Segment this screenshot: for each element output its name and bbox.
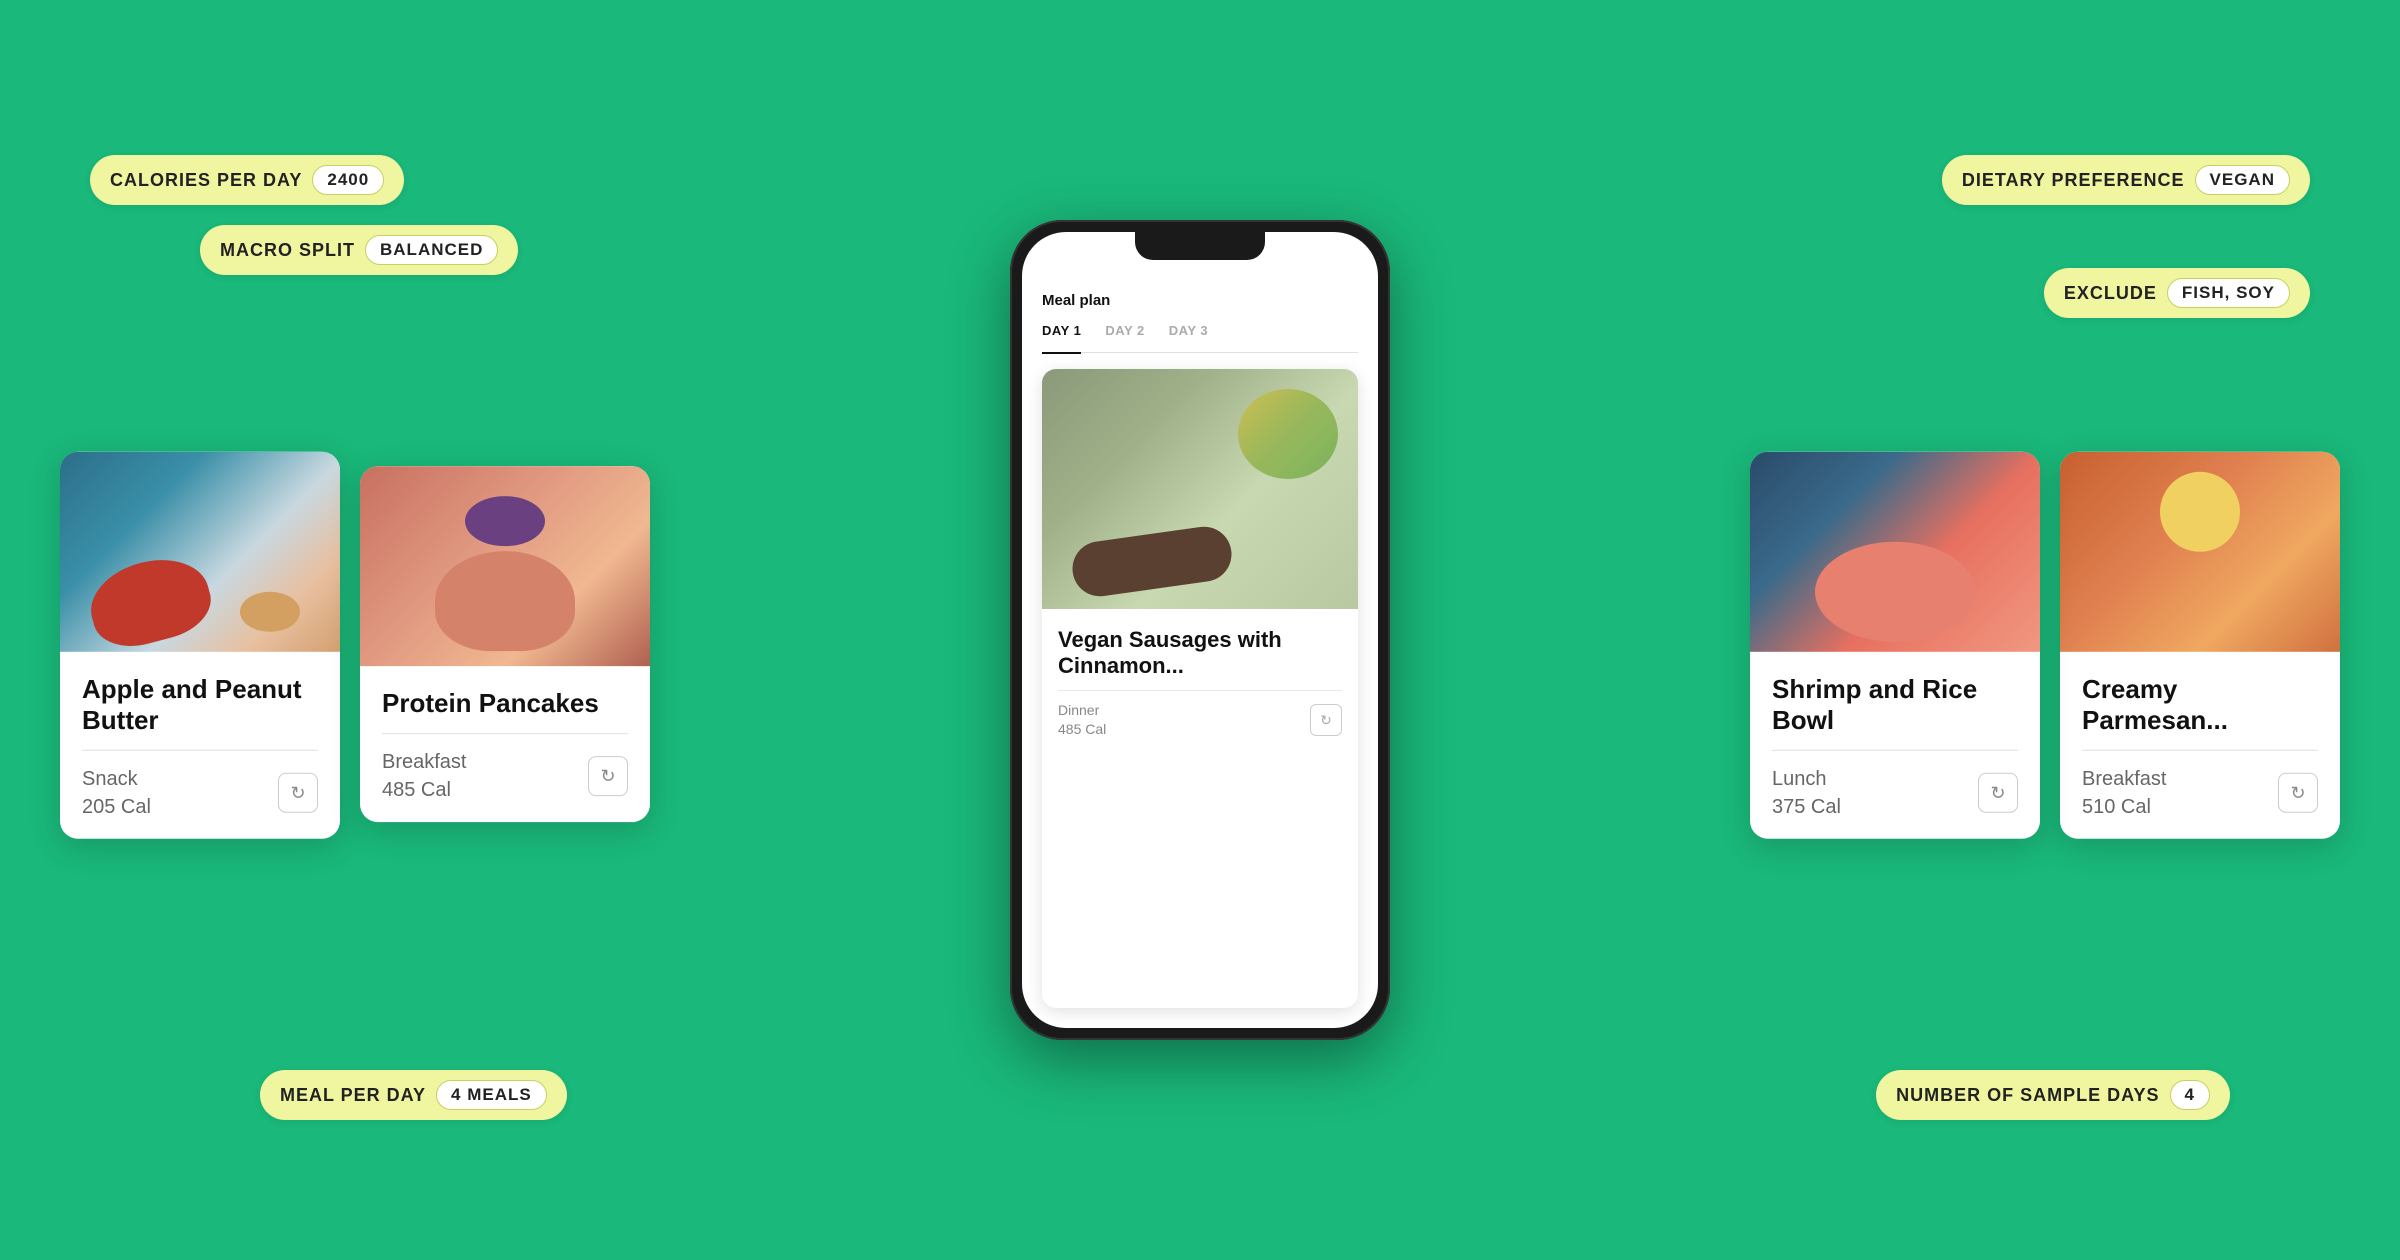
card-shrimp-rice: Shrimp and Rice Bowl Lunch 375 Cal ↻ [1750, 452, 2040, 839]
card-title-parmesan: Creamy Parmesan... [2082, 674, 2318, 736]
card-body-apple: Apple and Peanut Butter Snack 205 Cal ↻ [60, 652, 340, 839]
sample-days-label: NUMBER OF SAMPLE DAYS [1896, 1085, 2159, 1106]
card-info-shrimp: Lunch 375 Cal [1772, 765, 1841, 821]
meal-per-day-pill: MEAL PER DAY 4 MEALS [260, 1070, 567, 1120]
macro-pill: MACRO SPLIT BALANCED [200, 225, 518, 275]
phone-content: Meal plan DAY 1 DAY 2 DAY 3 Vegan Sausag… [1022, 232, 1378, 1028]
card-meta-parmesan: Breakfast 510 Cal ↻ [2082, 765, 2318, 821]
phone-tabs: DAY 1 DAY 2 DAY 3 [1042, 323, 1358, 353]
card-divider-pancakes [382, 733, 628, 734]
meal-per-day-value: 4 MEALS [436, 1080, 547, 1110]
calories-label: CALORIES PER DAY [110, 170, 302, 191]
card-info-parmesan: Breakfast 510 Cal [2082, 765, 2166, 821]
card-body-pancakes: Protein Pancakes Breakfast 485 Cal ↻ [360, 666, 650, 822]
exclude-label: EXCLUDE [2064, 283, 2157, 304]
phone-screen: Meal plan DAY 1 DAY 2 DAY 3 Vegan Sausag… [1022, 232, 1378, 1028]
phone-meal-title: Vegan Sausages with Cinnamon... [1058, 627, 1342, 680]
phone-meal-body: Vegan Sausages with Cinnamon... Dinner 4… [1042, 609, 1358, 752]
card-meta-shrimp: Lunch 375 Cal ↻ [1772, 765, 2018, 821]
card-info-pancakes: Breakfast 485 Cal [382, 748, 466, 804]
card-divider-parmesan [2082, 750, 2318, 751]
dietary-pill: DIETARY PREFERENCE VEGAN [1942, 155, 2310, 205]
card-creamy-parmesan: Creamy Parmesan... Breakfast 510 Cal ↻ [2060, 452, 2340, 839]
scene: CALORIES PER DAY 2400 MACRO SPLIT BALANC… [0, 0, 2400, 1260]
card-apple-peanut-butter: Apple and Peanut Butter Snack 205 Cal ↻ [60, 452, 340, 839]
phone-header: Meal plan [1042, 292, 1358, 309]
phone-meal-meta: Dinner 485 Cal ↻ [1058, 701, 1342, 740]
card-body-shrimp: Shrimp and Rice Bowl Lunch 375 Cal ↻ [1750, 652, 2040, 839]
card-meta-apple: Snack 205 Cal ↻ [82, 765, 318, 821]
card-image-parmesan [2060, 452, 2340, 652]
card-image-apple [60, 452, 340, 652]
card-image-shrimp [1750, 452, 2040, 652]
phone-notch [1135, 232, 1265, 260]
macro-value: BALANCED [365, 235, 498, 265]
phone-meal-divider [1058, 690, 1342, 691]
refresh-button-apple[interactable]: ↻ [278, 773, 318, 813]
phone-meal-card: Vegan Sausages with Cinnamon... Dinner 4… [1042, 369, 1358, 1008]
exclude-pill: EXCLUDE FISH, SOY [2044, 268, 2310, 318]
calories-pill: CALORIES PER DAY 2400 [90, 155, 404, 205]
card-info-apple: Snack 205 Cal [82, 765, 151, 821]
refresh-button-shrimp[interactable]: ↻ [1978, 773, 2018, 813]
phone-meal-info: Dinner 485 Cal [1058, 701, 1106, 740]
card-protein-pancakes: Protein Pancakes Breakfast 485 Cal ↻ [360, 466, 650, 822]
tab-day2[interactable]: DAY 2 [1105, 323, 1144, 344]
refresh-button-pancakes[interactable]: ↻ [588, 756, 628, 796]
card-title-shrimp: Shrimp and Rice Bowl [1772, 674, 2018, 736]
dietary-value: VEGAN [2195, 165, 2290, 195]
meal-per-day-label: MEAL PER DAY [280, 1085, 426, 1106]
dietary-label: DIETARY PREFERENCE [1962, 170, 2185, 191]
card-meta-pancakes: Breakfast 485 Cal ↻ [382, 748, 628, 804]
calories-value: 2400 [312, 165, 384, 195]
macro-label: MACRO SPLIT [220, 240, 355, 261]
card-title-apple: Apple and Peanut Butter [82, 674, 318, 736]
sample-days-pill: NUMBER OF SAMPLE DAYS 4 [1876, 1070, 2230, 1120]
exclude-value: FISH, SOY [2167, 278, 2290, 308]
refresh-button-parmesan[interactable]: ↻ [2278, 773, 2318, 813]
phone-mockup: Meal plan DAY 1 DAY 2 DAY 3 Vegan Sausag… [1010, 220, 1390, 1040]
card-title-pancakes: Protein Pancakes [382, 688, 628, 719]
tab-day3[interactable]: DAY 3 [1169, 323, 1208, 344]
card-image-pancakes [360, 466, 650, 666]
card-divider-shrimp [1772, 750, 2018, 751]
card-body-parmesan: Creamy Parmesan... Breakfast 510 Cal ↻ [2060, 652, 2340, 839]
phone-refresh-button[interactable]: ↻ [1310, 704, 1342, 736]
tab-day1[interactable]: DAY 1 [1042, 323, 1081, 354]
card-divider-apple [82, 750, 318, 751]
phone-meal-image [1042, 369, 1358, 609]
sample-days-value: 4 [2170, 1080, 2210, 1110]
